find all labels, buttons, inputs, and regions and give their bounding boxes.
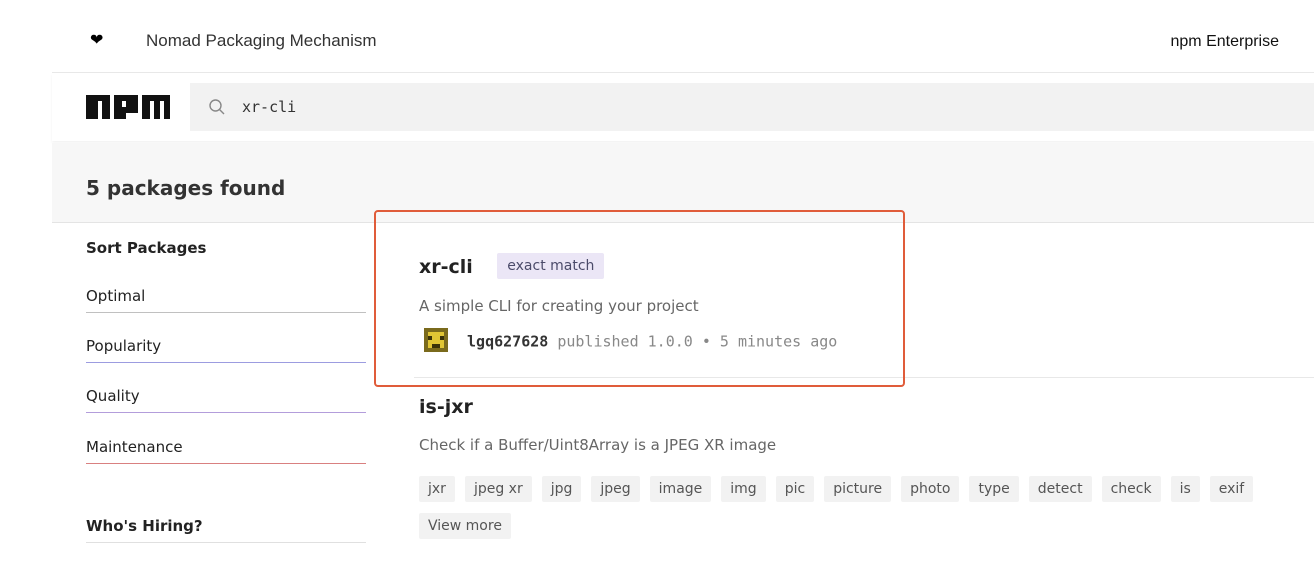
package-description: Check if a Buffer/Uint8Array is a JPEG X… — [419, 436, 777, 454]
keyword-tag[interactable]: photo — [901, 476, 960, 502]
sort-optimal[interactable]: Optimal — [86, 277, 366, 313]
sort-maintenance-underline — [86, 463, 366, 464]
package-name-link[interactable]: is-jxr — [419, 396, 473, 418]
top-bar: ❤ Nomad Packaging Mechanism npm Enterpri… — [52, 0, 1314, 73]
search-bar-row — [52, 73, 1314, 141]
keyword-tag[interactable]: jpg — [541, 476, 582, 502]
sort-popularity[interactable]: Popularity — [86, 327, 366, 363]
result-item: is-jxr Check if a Buffer/Uint8Array is a… — [414, 392, 1314, 552]
packages-found-count: 5 packages found — [86, 176, 286, 200]
whos-hiring-link[interactable]: Who's Hiring? — [86, 510, 366, 543]
keyword-tag[interactable]: detect — [1028, 476, 1092, 502]
publish-info: lgq627628 published 1.0.0 • 5 minutes ag… — [424, 328, 838, 354]
keyword-tag[interactable]: img — [721, 476, 766, 502]
sort-popularity-label: Popularity — [86, 337, 162, 355]
keyword-tag[interactable]: jpeg — [591, 476, 640, 502]
exact-match-badge: exact match — [497, 253, 605, 279]
results-header: 5 packages found — [52, 143, 1314, 223]
npm-logo-icon — [86, 95, 170, 119]
npm-logo[interactable] — [86, 95, 170, 124]
search-icon — [208, 98, 226, 121]
view-more-button[interactable]: View more — [419, 513, 511, 539]
author-link[interactable]: lgq627628 — [467, 333, 548, 351]
tagline[interactable]: Nomad Packaging Mechanism — [146, 31, 377, 51]
sort-popularity-underline — [86, 362, 366, 363]
sort-quality-label: Quality — [86, 387, 140, 405]
result-item: xr-cli exact match A simple CLI for crea… — [414, 222, 1314, 378]
keyword-tag[interactable]: image — [649, 476, 712, 502]
keyword-tag[interactable]: check — [1101, 476, 1161, 502]
heart-icon: ❤ — [90, 32, 104, 49]
keyword-tag[interactable]: jpeg xr — [464, 476, 532, 502]
search-box[interactable] — [190, 83, 1314, 131]
package-name-link[interactable]: xr-cli — [419, 256, 473, 278]
keyword-tag[interactable]: type — [969, 476, 1019, 502]
author-avatar[interactable] — [424, 328, 448, 352]
sort-quality[interactable]: Quality — [86, 377, 366, 413]
sort-quality-underline — [86, 412, 366, 413]
keyword-list: jxr jpeg xr jpg jpeg image img pic picture photo… — [419, 476, 1314, 502]
sort-maintenance-label: Maintenance — [86, 438, 183, 456]
sort-packages-title: Sort Packages — [86, 239, 207, 257]
sort-optimal-label: Optimal — [86, 287, 146, 305]
search-input[interactable] — [242, 94, 842, 120]
package-description: A simple CLI for creating your project — [419, 297, 699, 315]
keyword-tag[interactable]: jxr — [419, 476, 455, 502]
sort-optimal-underline — [86, 312, 366, 313]
published-version-time: published 1.0.0 • 5 minutes ago — [557, 332, 838, 351]
keyword-tag[interactable]: pic — [775, 476, 815, 502]
npm-enterprise-link[interactable]: npm Enterprise — [1171, 33, 1280, 51]
sort-maintenance[interactable]: Maintenance — [86, 428, 366, 464]
keyword-tag[interactable]: picture — [824, 476, 892, 502]
keyword-tag[interactable]: exif — [1209, 476, 1254, 502]
keyword-tag[interactable]: is — [1170, 476, 1200, 502]
